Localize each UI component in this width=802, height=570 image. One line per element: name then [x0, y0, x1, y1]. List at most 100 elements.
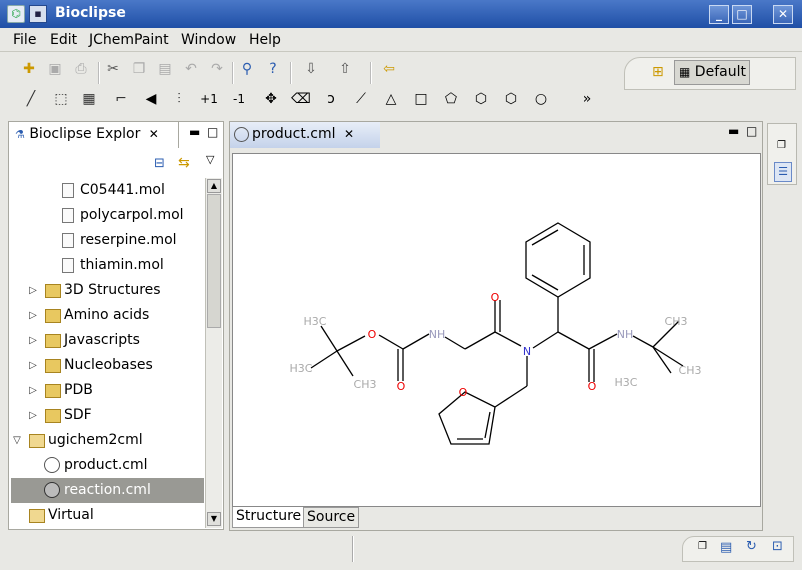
collapse-icon[interactable]: ▽: [11, 428, 23, 453]
window-menu-button[interactable]: ▪: [29, 5, 47, 23]
editor-tab-label: product.cml: [252, 126, 336, 142]
export-icon[interactable]: ⇧: [334, 58, 356, 80]
view-menu-icon[interactable]: ▽: [206, 153, 214, 166]
tree-item[interactable]: ▷ Nucleobases: [9, 353, 205, 378]
menu-help[interactable]: Help: [249, 32, 281, 48]
undo-icon[interactable]: ↶: [180, 58, 202, 80]
octagon-icon[interactable]: ○: [530, 88, 552, 110]
bond-draw-icon[interactable]: ╱: [20, 88, 42, 110]
molecule-canvas[interactable]: O O O O O N NH NH H3C H3C CH3 CH3 H3C CH…: [232, 153, 761, 507]
molecule-structure: O O O O O N NH NH H3C H3C CH3 CH3 H3C CH…: [290, 222, 701, 445]
heptagon-icon[interactable]: ⬡: [500, 88, 522, 110]
ruler-icon[interactable]: ⟋: [350, 88, 372, 110]
tree-item[interactable]: ▷ SDF: [9, 403, 205, 428]
right-trim-stack: ❐ ☰: [767, 123, 797, 185]
chain-icon[interactable]: ⌐: [110, 88, 132, 110]
progress-view-icon[interactable]: ↻: [746, 539, 757, 554]
menu-edit[interactable]: Edit: [50, 32, 77, 48]
tree-item[interactable]: product.cml: [9, 453, 205, 478]
cut-icon[interactable]: ✂: [102, 58, 124, 80]
properties-view-icon[interactable]: ⊡: [772, 539, 783, 554]
minimize-editor-icon[interactable]: ▬: [728, 124, 739, 138]
new-icon[interactable]: ✚: [18, 58, 40, 80]
redo-icon[interactable]: ↷: [206, 58, 228, 80]
minimize-view-icon[interactable]: ▬: [189, 125, 200, 139]
menu-file[interactable]: File: [13, 32, 36, 48]
restore-icon[interactable]: ❐: [698, 541, 707, 552]
close-icon[interactable]: ✕: [149, 127, 159, 141]
save-icon[interactable]: ▣: [44, 58, 66, 80]
scroll-up-icon[interactable]: ▲: [207, 179, 221, 193]
search-icon[interactable]: ⚲: [236, 58, 258, 80]
more-tools-button[interactable]: »: [576, 88, 598, 110]
move-icon[interactable]: ✥: [260, 88, 282, 110]
expand-icon[interactable]: ▷: [27, 278, 39, 303]
tree-item[interactable]: Virtual: [9, 503, 205, 528]
tree-item[interactable]: ▷ Javascripts: [9, 328, 205, 353]
tree-item[interactable]: ▷ 3D Structures: [9, 278, 205, 303]
paste-icon[interactable]: ▤: [154, 58, 176, 80]
tree-item[interactable]: ▽ ugichem2cml: [9, 428, 205, 453]
link-editor-icon[interactable]: ⇆: [178, 155, 190, 171]
close-icon[interactable]: ✕: [344, 127, 354, 141]
tree-item[interactable]: C05441.mol: [9, 178, 205, 203]
tree-item-label: reserpine.mol: [80, 232, 177, 248]
tab-structure[interactable]: Structure: [232, 507, 306, 528]
help-icon[interactable]: ?: [262, 58, 284, 80]
collapse-all-icon[interactable]: ⊟: [154, 156, 165, 171]
triangle-icon[interactable]: △: [380, 88, 402, 110]
select-lasso-icon[interactable]: ⬚: [50, 88, 72, 110]
app-icon[interactable]: ⌬: [7, 5, 25, 23]
maximize-editor-icon[interactable]: □: [746, 124, 757, 138]
file-icon: [62, 183, 74, 198]
expand-icon[interactable]: ▷: [27, 353, 39, 378]
tree-item-selected[interactable]: reaction.cml: [11, 478, 204, 503]
maximize-button[interactable]: □: [732, 5, 752, 24]
tree-item-label: Amino acids: [64, 307, 150, 323]
eraser-icon[interactable]: ⌫: [290, 88, 312, 110]
tree-item[interactable]: polycarpol.mol: [9, 203, 205, 228]
tree-item[interactable]: thiamin.mol: [9, 253, 205, 278]
perspective-default-button[interactable]: ▦ Default: [674, 60, 750, 85]
lasso-icon[interactable]: ↄ: [320, 88, 342, 110]
tab-source[interactable]: Source: [303, 507, 360, 528]
charge-minus-button[interactable]: -1: [228, 88, 250, 110]
square-icon[interactable]: □: [410, 88, 432, 110]
pentagon-icon[interactable]: ⬠: [440, 88, 462, 110]
editor-tab[interactable]: product.cml ✕: [230, 122, 380, 148]
wedge-bond-icon[interactable]: ◀: [140, 88, 162, 110]
console-view-icon[interactable]: ▤: [720, 540, 732, 555]
minimize-button[interactable]: _: [709, 5, 729, 24]
tree-item[interactable]: ▷ PDB: [9, 378, 205, 403]
atom-label: H3C: [615, 376, 638, 389]
tree-item-label: C05441.mol: [80, 182, 165, 198]
select-rect-icon[interactable]: ▦: [78, 88, 100, 110]
scroll-thumb[interactable]: [207, 194, 221, 328]
explorer-tab[interactable]: ⚗ Bioclipse Explor ✕: [9, 122, 179, 148]
import-icon[interactable]: ⇩: [300, 58, 322, 80]
hexagon-icon[interactable]: ⬡: [470, 88, 492, 110]
explorer-scrollbar[interactable]: ▲ ▼: [205, 178, 222, 528]
expand-icon[interactable]: ▷: [27, 303, 39, 328]
status-bar: ❐ ▤ ↻ ⊡: [0, 532, 802, 570]
back-icon[interactable]: ⇦: [378, 58, 400, 80]
copy-icon[interactable]: ❐: [128, 58, 150, 80]
menu-jchempaint[interactable]: JChemPaint: [89, 32, 169, 48]
expand-icon[interactable]: ▷: [27, 328, 39, 353]
restore-icon[interactable]: ❐: [777, 140, 786, 151]
tree-item[interactable]: reserpine.mol: [9, 228, 205, 253]
expand-icon[interactable]: ▷: [27, 403, 39, 428]
charge-plus-button[interactable]: +1: [198, 88, 220, 110]
menu-bar: File Edit JChemPaint Window Help: [0, 28, 802, 52]
maximize-view-icon[interactable]: □: [207, 125, 218, 139]
outline-view-icon[interactable]: ☰: [774, 162, 792, 182]
scroll-down-icon[interactable]: ▼: [207, 512, 221, 526]
hash-bond-icon[interactable]: ⫶: [168, 88, 190, 110]
print-icon[interactable]: ⎙: [70, 58, 92, 80]
open-folder-icon: [29, 434, 45, 448]
close-button[interactable]: ✕: [773, 5, 793, 24]
open-perspective-icon[interactable]: ⊞: [652, 64, 664, 80]
menu-window[interactable]: Window: [181, 32, 236, 48]
tree-item[interactable]: ▷ Amino acids: [9, 303, 205, 328]
expand-icon[interactable]: ▷: [27, 378, 39, 403]
